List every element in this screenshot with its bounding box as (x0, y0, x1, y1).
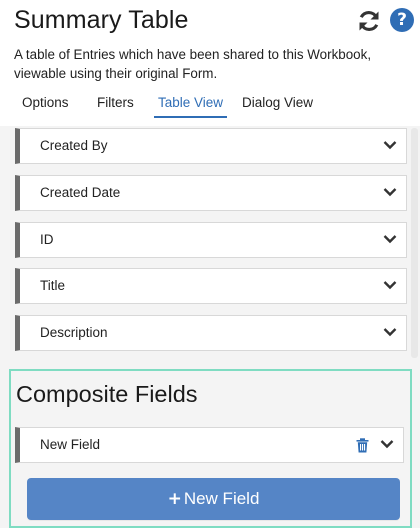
help-icon[interactable]: ? (390, 8, 414, 32)
field-label: Title (40, 278, 66, 293)
composite-field-row[interactable]: New Field (15, 427, 404, 463)
field-label: Created By (40, 138, 108, 153)
chevron-down-icon[interactable] (383, 140, 397, 150)
chevron-down-icon[interactable] (380, 439, 394, 449)
field-row-description[interactable]: Description (15, 315, 407, 351)
field-row-id[interactable]: ID (15, 222, 407, 258)
chevron-down-icon[interactable] (383, 280, 397, 290)
chevron-down-icon[interactable] (383, 187, 397, 197)
page-description: A table of Entries which have been share… (14, 47, 372, 81)
tab-options[interactable]: Options (22, 91, 69, 118)
new-field-button-label: New Field (183, 489, 260, 508)
field-label: ID (40, 232, 54, 247)
page-title: Summary Table (14, 6, 189, 34)
field-label: New Field (40, 437, 101, 452)
composite-fields-heading: Composite Fields (16, 381, 198, 407)
new-field-button[interactable]: + New Field (27, 478, 400, 520)
field-row-title[interactable]: Title (15, 268, 407, 304)
chevron-down-icon[interactable] (383, 327, 397, 337)
chevron-down-icon[interactable] (383, 234, 397, 244)
tab-table-view[interactable]: Table View (153, 91, 228, 118)
field-label: Description (40, 325, 108, 340)
header: Summary Table ? A table of Entries which… (0, 0, 420, 126)
tab-filters[interactable]: Filters (97, 91, 134, 118)
scrollbar-thumb[interactable] (411, 128, 418, 358)
field-row-created-date[interactable]: Created Date (15, 175, 407, 211)
composite-fields-section: Composite Fields New Field + New Field (9, 369, 412, 528)
field-label: Created Date (40, 185, 121, 200)
refresh-icon[interactable] (356, 8, 382, 34)
trash-icon[interactable] (356, 438, 369, 453)
tab-dialog-view[interactable]: Dialog View (242, 91, 313, 118)
tab-bar: Options Filters Table View Dialog View (0, 91, 420, 118)
plus-icon: + (167, 489, 182, 509)
field-row-created-by[interactable]: Created By (15, 128, 407, 164)
